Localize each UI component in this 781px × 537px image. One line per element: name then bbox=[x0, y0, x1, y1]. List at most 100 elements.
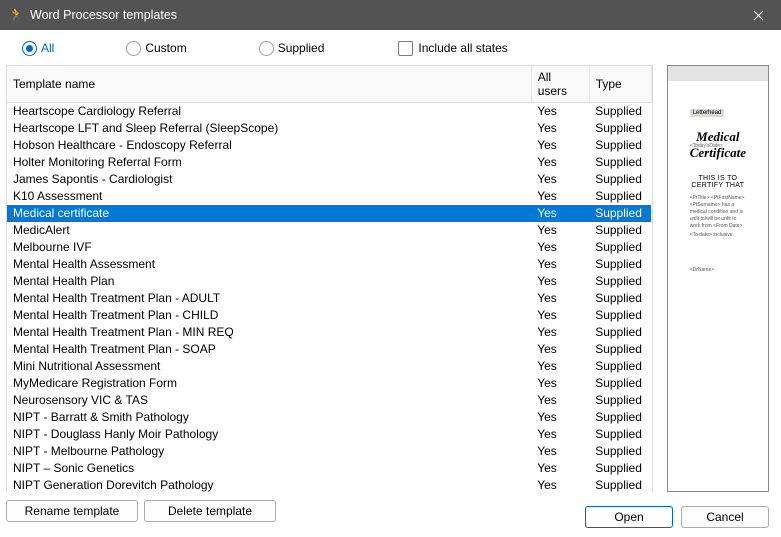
preview-page: Letterhead Medical Certificate <Today'sD… bbox=[668, 81, 768, 491]
col-header-users[interactable]: All users bbox=[531, 66, 589, 103]
template-table-scroll[interactable]: Template name All users Type Heartscope … bbox=[7, 66, 652, 492]
cell-users: Yes bbox=[531, 137, 589, 154]
cell-type: Supplied bbox=[589, 341, 651, 358]
filter-radio-custom[interactable]: Custom bbox=[110, 39, 192, 58]
cell-name: NIPT - Melbourne Pathology bbox=[7, 443, 531, 460]
cell-name: Holter Monitoring Referral Form bbox=[7, 154, 531, 171]
cell-name: Medical certificate bbox=[7, 205, 531, 222]
cell-users: Yes bbox=[531, 205, 589, 222]
cell-users: Yes bbox=[531, 426, 589, 443]
table-row[interactable]: Heartscope Cardiology ReferralYesSupplie… bbox=[7, 103, 651, 120]
table-row[interactable]: Hobson Healthcare - Endoscopy ReferralYe… bbox=[7, 137, 651, 154]
cell-name: James Sapontis - Cardiologist bbox=[7, 171, 531, 188]
table-row[interactable]: MedicAlertYesSupplied bbox=[7, 222, 651, 239]
cell-name: Mental Health Treatment Plan - ADULT bbox=[7, 290, 531, 307]
cell-users: Yes bbox=[531, 103, 589, 120]
cell-name: Mental Health Treatment Plan - MIN REQ bbox=[7, 324, 531, 341]
radio-icon bbox=[259, 41, 274, 56]
cell-users: Yes bbox=[531, 341, 589, 358]
radio-label: Custom bbox=[145, 41, 186, 55]
cell-users: Yes bbox=[531, 222, 589, 239]
cell-users: Yes bbox=[531, 188, 589, 205]
cell-users: Yes bbox=[531, 290, 589, 307]
cell-name: Mental Health Assessment bbox=[7, 256, 531, 273]
table-row[interactable]: Mental Health PlanYesSupplied bbox=[7, 273, 651, 290]
cell-name: Neurosensory VIC & TAS bbox=[7, 392, 531, 409]
filter-radio-all[interactable]: All bbox=[6, 39, 60, 58]
include-all-states-checkbox[interactable]: Include all states bbox=[398, 41, 507, 56]
cell-type: Supplied bbox=[589, 273, 651, 290]
cell-name: MyMedicare Registration Form bbox=[7, 375, 531, 392]
delete-template-button[interactable]: Delete template bbox=[144, 500, 276, 522]
table-row[interactable]: Neurosensory VIC & TASYesSupplied bbox=[7, 392, 651, 409]
table-row[interactable]: MyMedicare Registration FormYesSupplied bbox=[7, 375, 651, 392]
cell-users: Yes bbox=[531, 154, 589, 171]
window-title: Word Processor templates bbox=[30, 8, 177, 22]
open-button[interactable]: Open bbox=[585, 506, 673, 528]
template-preview: Letterhead Medical Certificate <Today'sD… bbox=[667, 65, 769, 492]
cell-name: NIPT - Barratt & Smith Pathology bbox=[7, 409, 531, 426]
table-row[interactable]: Holter Monitoring Referral FormYesSuppli… bbox=[7, 154, 651, 171]
table-row[interactable]: K10 AssessmentYesSupplied bbox=[7, 188, 651, 205]
cell-type: Supplied bbox=[589, 307, 651, 324]
cell-type: Supplied bbox=[589, 239, 651, 256]
filter-radio-supplied[interactable]: Supplied bbox=[243, 39, 331, 58]
col-header-name[interactable]: Template name bbox=[7, 66, 531, 103]
table-row[interactable]: Mini Nutritional AssessmentYesSupplied bbox=[7, 358, 651, 375]
radio-icon bbox=[126, 41, 141, 56]
cell-users: Yes bbox=[531, 273, 589, 290]
cell-type: Supplied bbox=[589, 222, 651, 239]
table-row[interactable]: NIPT – Sonic GeneticsYesSupplied bbox=[7, 460, 651, 477]
table-row[interactable]: NIPT - Barratt & Smith PathologyYesSuppl… bbox=[7, 409, 651, 426]
cell-type: Supplied bbox=[589, 205, 651, 222]
table-row[interactable]: Heartscope LFT and Sleep Referral (Sleep… bbox=[7, 120, 651, 137]
table-row[interactable]: Mental Health AssessmentYesSupplied bbox=[7, 256, 651, 273]
cell-users: Yes bbox=[531, 120, 589, 137]
table-row[interactable]: Mental Health Treatment Plan - SOAPYesSu… bbox=[7, 341, 651, 358]
dialog-button-row: Open Cancel bbox=[585, 506, 769, 528]
cell-users: Yes bbox=[531, 307, 589, 324]
cell-name: NIPT Generation Dorevitch Pathology bbox=[7, 477, 531, 492]
cell-name: K10 Assessment bbox=[7, 188, 531, 205]
table-row[interactable]: Medical certificateYesSupplied bbox=[7, 205, 651, 222]
cell-users: Yes bbox=[531, 324, 589, 341]
cell-type: Supplied bbox=[589, 290, 651, 307]
table-row[interactable]: Mental Health Treatment Plan - MIN REQYe… bbox=[7, 324, 651, 341]
cell-type: Supplied bbox=[589, 392, 651, 409]
cell-type: Supplied bbox=[589, 375, 651, 392]
cell-type: Supplied bbox=[589, 256, 651, 273]
cell-users: Yes bbox=[531, 171, 589, 188]
cell-type: Supplied bbox=[589, 426, 651, 443]
cell-name: Mini Nutritional Assessment bbox=[7, 358, 531, 375]
cell-name: NIPT - Douglass Hanly Moir Pathology bbox=[7, 426, 531, 443]
table-row[interactable]: Mental Health Treatment Plan - ADULTYesS… bbox=[7, 290, 651, 307]
cell-type: Supplied bbox=[589, 358, 651, 375]
table-row[interactable]: James Sapontis - CardiologistYesSupplied bbox=[7, 171, 651, 188]
close-button[interactable] bbox=[735, 0, 781, 30]
cell-type: Supplied bbox=[589, 120, 651, 137]
cell-type: Supplied bbox=[589, 443, 651, 460]
cancel-button[interactable]: Cancel bbox=[681, 506, 769, 528]
col-header-type[interactable]: Type bbox=[589, 66, 651, 103]
cell-type: Supplied bbox=[589, 171, 651, 188]
preview-date-field: <Today'sDate> bbox=[690, 143, 723, 150]
table-row[interactable]: Mental Health Treatment Plan - CHILDYesS… bbox=[7, 307, 651, 324]
title-bar: 🏃 Word Processor templates bbox=[0, 0, 781, 30]
cell-name: Heartscope Cardiology Referral bbox=[7, 103, 531, 120]
table-row[interactable]: NIPT - Melbourne PathologyYesSupplied bbox=[7, 443, 651, 460]
table-row[interactable]: NIPT - Douglass Hanly Moir PathologyYesS… bbox=[7, 426, 651, 443]
table-row[interactable]: NIPT Generation Dorevitch PathologyYesSu… bbox=[7, 477, 651, 492]
preview-ruler bbox=[668, 66, 768, 81]
cell-type: Supplied bbox=[589, 324, 651, 341]
cell-users: Yes bbox=[531, 375, 589, 392]
rename-template-button[interactable]: Rename template bbox=[6, 500, 138, 522]
table-row[interactable]: Melbourne IVFYesSupplied bbox=[7, 239, 651, 256]
cell-users: Yes bbox=[531, 477, 589, 492]
cell-type: Supplied bbox=[589, 477, 651, 492]
cell-users: Yes bbox=[531, 392, 589, 409]
cell-users: Yes bbox=[531, 443, 589, 460]
cell-users: Yes bbox=[531, 409, 589, 426]
template-list-pane: Template name All users Type Heartscope … bbox=[6, 65, 653, 492]
app-icon: 🏃 bbox=[8, 7, 24, 23]
cell-name: Mental Health Treatment Plan - CHILD bbox=[7, 307, 531, 324]
